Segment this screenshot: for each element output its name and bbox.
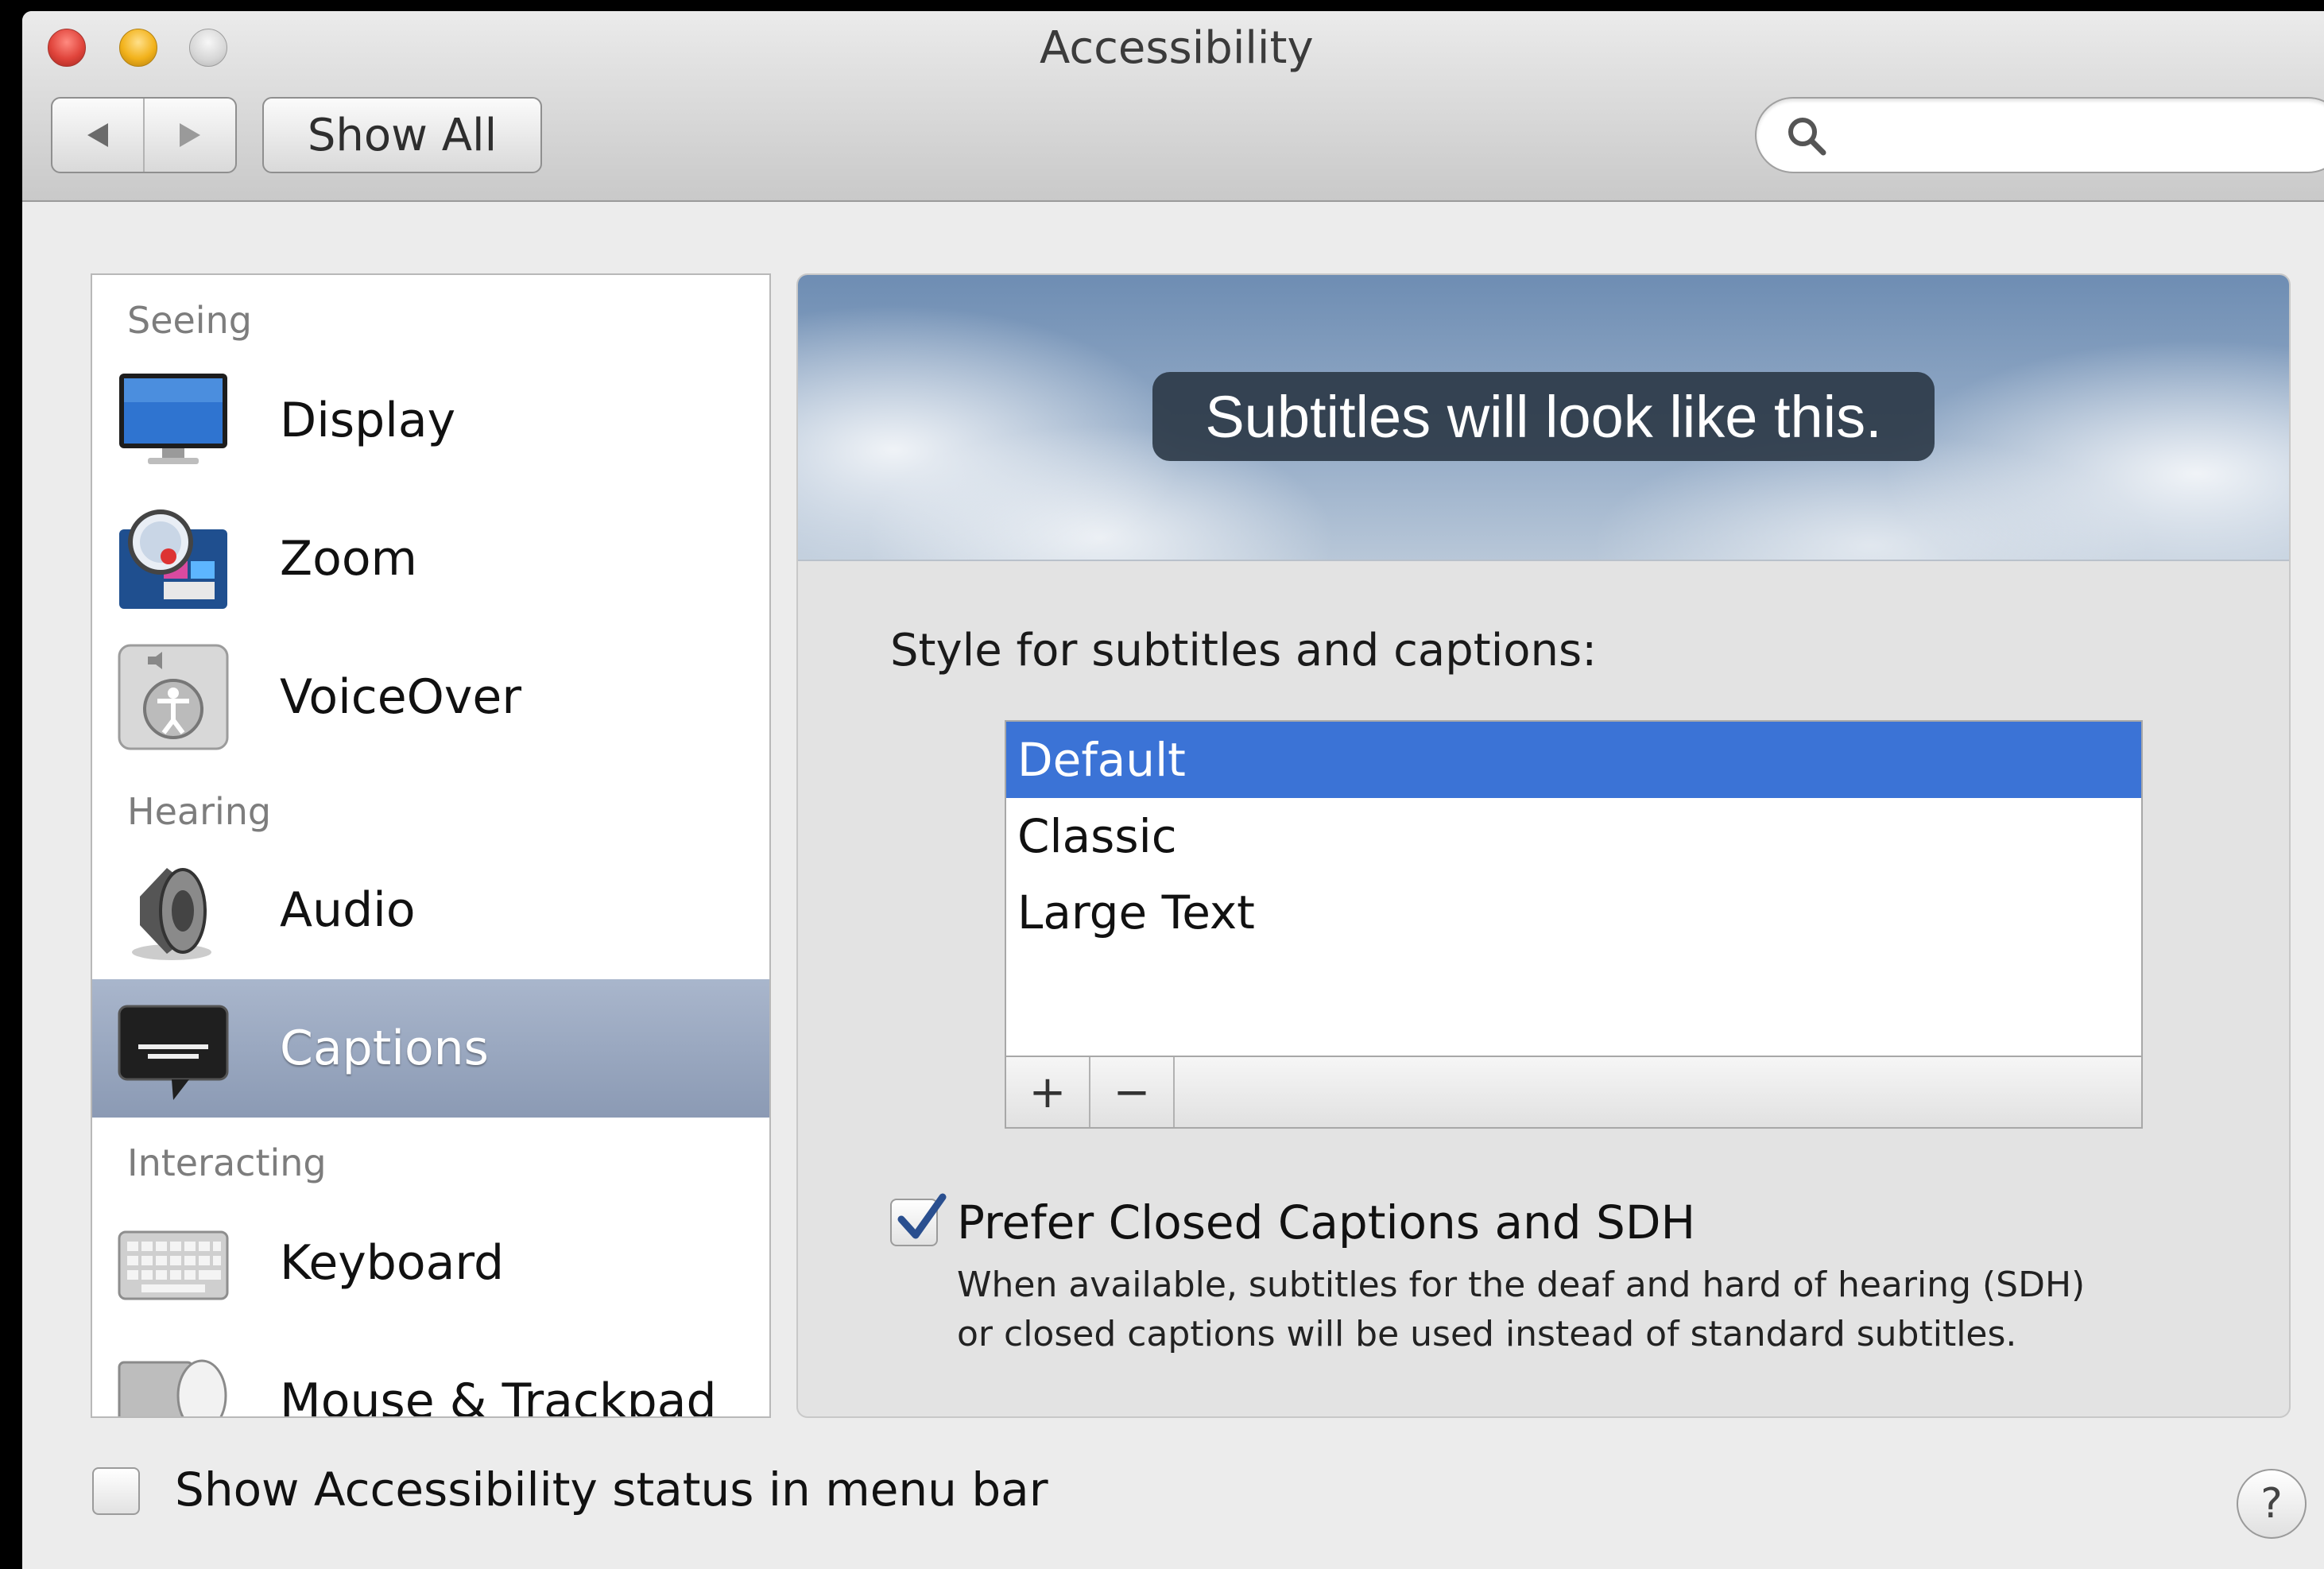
captions-icon	[118, 1005, 229, 1100]
voiceover-icon	[118, 644, 229, 750]
title-bar: Accessibility Show All	[22, 11, 2324, 202]
show-status-in-menu-bar-label: Show Accessibility status in menu bar	[175, 1462, 1048, 1517]
prefer-closed-captions-label: Prefer Closed Captions and SDH	[957, 1195, 1696, 1249]
forward-arrow-icon	[180, 123, 200, 147]
list-item-label: Classic	[1017, 809, 1177, 863]
zoom-icon	[119, 509, 227, 609]
sidebar-item-keyboard[interactable]: Keyboard	[92, 1194, 769, 1332]
list-item-label: Large Text	[1017, 885, 1255, 939]
audio-speaker-icon	[132, 868, 211, 960]
caption-style-list[interactable]: Default Classic Large Text	[1005, 720, 2143, 1057]
sidebar-item-display[interactable]: Display	[92, 351, 769, 490]
zoom-window-button[interactable]	[189, 29, 227, 67]
remove-style-button[interactable]: −	[1090, 1057, 1175, 1127]
close-window-button[interactable]	[48, 29, 86, 67]
minimize-window-button[interactable]	[119, 29, 157, 67]
list-item-label: Default	[1017, 733, 1186, 787]
sidebar-item-voiceover[interactable]: VoiceOver	[92, 628, 769, 766]
captions-panel: Subtitles will look like this. Style for…	[796, 273, 2291, 1418]
show-status-in-menu-bar-checkbox[interactable]	[92, 1467, 140, 1515]
list-item-default[interactable]: Default	[1006, 722, 2141, 798]
subtitle-preview-background: Subtitles will look like this.	[798, 275, 2289, 561]
description-line-2: or closed captions will be used instead …	[957, 1314, 2017, 1354]
section-heading-interacting: Interacting	[127, 1141, 327, 1184]
sidebar-item-mouse-trackpad[interactable]: Mouse & Trackpad	[92, 1332, 769, 1418]
help-button[interactable]: ?	[2237, 1469, 2307, 1539]
sidebar-item-label: Captions	[280, 1021, 489, 1076]
checkmark-icon	[897, 1193, 947, 1239]
mouse-trackpad-icon	[118, 1359, 227, 1416]
sidebar-item-label: VoiceOver	[280, 669, 521, 725]
sidebar-item-label: Audio	[280, 882, 416, 938]
accessibility-window: Accessibility Show All Seeing Display Zo…	[22, 11, 2324, 1569]
list-item-large-text[interactable]: Large Text	[1006, 874, 2141, 951]
prefer-closed-captions-description: When available, subtitles for the deaf a…	[957, 1261, 2197, 1359]
style-heading: Style for subtitles and captions:	[890, 625, 1598, 676]
back-forward-control	[51, 97, 237, 173]
search-field[interactable]	[1755, 97, 2324, 173]
prefer-closed-captions-checkbox[interactable]	[890, 1193, 947, 1246]
forward-button[interactable]	[145, 99, 235, 172]
sidebar-item-label: Mouse & Trackpad	[280, 1373, 717, 1418]
subtitle-preview: Subtitles will look like this.	[1152, 372, 1935, 461]
description-line-1: When available, subtitles for the deaf a…	[957, 1265, 2086, 1305]
search-icon	[1788, 118, 1826, 156]
add-style-button[interactable]: +	[1006, 1057, 1090, 1127]
list-button-bar: + −	[1005, 1056, 2143, 1129]
sidebar-item-label: Zoom	[280, 531, 417, 587]
sidebar-item-captions[interactable]: Captions	[92, 979, 769, 1118]
sidebar-item-label: Keyboard	[280, 1235, 505, 1291]
back-arrow-icon	[87, 123, 108, 147]
back-button[interactable]	[52, 99, 145, 172]
sidebar-item-zoom[interactable]: Zoom	[92, 490, 769, 628]
display-icon	[119, 374, 227, 464]
keyboard-icon	[118, 1230, 229, 1300]
window-title: Accessibility	[1040, 22, 1314, 74]
sidebar-item-audio[interactable]: Audio	[92, 841, 769, 979]
section-heading-hearing: Hearing	[127, 790, 272, 833]
section-heading-seeing: Seeing	[127, 299, 252, 342]
sidebar-item-label: Display	[280, 393, 456, 448]
list-item-classic[interactable]: Classic	[1006, 798, 2141, 874]
show-all-button[interactable]: Show All	[262, 97, 542, 173]
category-sidebar[interactable]: Seeing Display Zoom VoiceOver Hearing Au…	[91, 273, 771, 1418]
